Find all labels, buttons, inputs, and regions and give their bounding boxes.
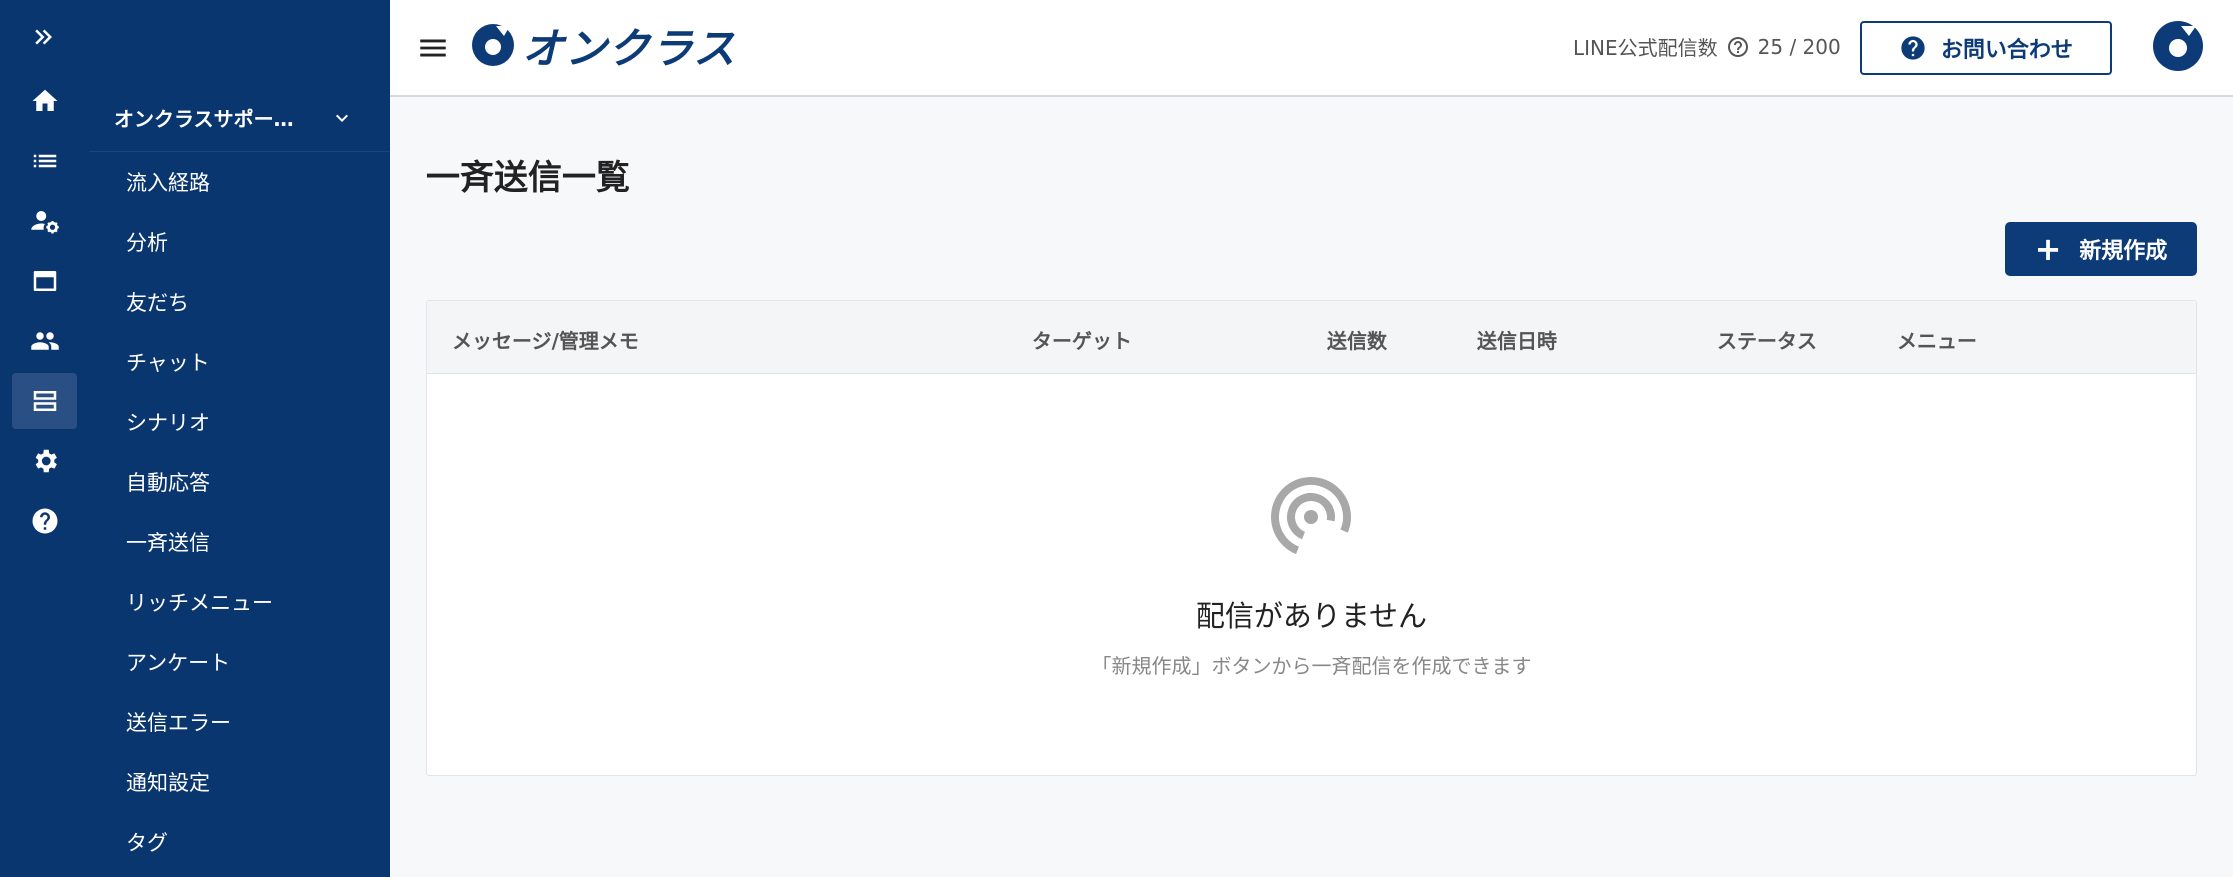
sidebar-item-analysis[interactable]: 分析 [126, 228, 168, 258]
contact-button[interactable]: お問い合わせ [1860, 21, 2112, 75]
quota-value: 25 / 200 [1757, 34, 1841, 59]
sidebar-item-broadcast[interactable]: 一斉送信 [126, 528, 210, 558]
sidebar-item-scenario[interactable]: シナリオ [126, 408, 210, 438]
help-circle-icon[interactable] [1726, 35, 1750, 59]
icon-rail [0, 0, 89, 877]
table-header: メッセージ/管理メモ ターゲット 送信数 送信日時 ステータス メニュー [427, 301, 2196, 374]
gear-icon[interactable] [12, 433, 77, 489]
new-button-label: 新規作成 [2079, 239, 2168, 264]
sidebar-item-inflow[interactable]: 流入経路 [126, 168, 210, 198]
top-header: オンクラス LINE公式配信数 25 / 200 お問い合わせ [390, 0, 2233, 97]
window-icon[interactable] [12, 253, 77, 309]
plus-icon: + [2034, 230, 2062, 268]
new-broadcast-button[interactable]: + 新規作成 [2005, 222, 2197, 276]
contact-label: お問い合わせ [1940, 38, 2073, 63]
column-header-send-count[interactable]: 送信数 [1327, 325, 1387, 354]
logo[interactable]: オンクラス [470, 20, 736, 73]
column-header-message[interactable]: メッセージ/管理メモ [452, 325, 639, 354]
broadcast-icon[interactable] [12, 373, 77, 429]
quota-label: LINE公式配信数 [1573, 36, 1718, 60]
column-header-status[interactable]: ステータス [1717, 325, 1817, 354]
help-icon[interactable] [12, 493, 77, 549]
sidebar-item-tags[interactable]: タグ [126, 828, 168, 858]
help-icon [1901, 36, 1925, 60]
sidebar-item-rich-menu[interactable]: リッチメニュー [126, 588, 273, 618]
people-icon[interactable] [12, 313, 77, 369]
empty-state-subtitle: 「新規作成」ボタンから一斉配信を作成できます [1091, 654, 1532, 678]
expand-icon[interactable] [12, 9, 77, 65]
column-header-send-date[interactable]: 送信日時 [1477, 325, 1557, 354]
sidebar: オンクラスサポー… 流入経路 分析 友だち チャット シナリオ 自動応答 一斉送… [89, 0, 390, 877]
sidebar-item-friends[interactable]: 友だち [126, 288, 189, 318]
sidebar-item-send-errors[interactable]: 送信エラー [126, 708, 231, 738]
hamburger-menu-icon[interactable] [416, 31, 450, 65]
chevron-down-icon [330, 106, 354, 130]
sidebar-item-chat[interactable]: チャット [126, 348, 210, 378]
logo-text: オンクラス [522, 23, 737, 73]
column-header-menu[interactable]: メニュー [1897, 325, 1977, 354]
home-icon[interactable] [12, 73, 77, 129]
avatar[interactable] [2152, 20, 2204, 72]
sidebar-item-notifications[interactable]: 通知設定 [126, 768, 210, 798]
empty-state-title: 配信がありません [1195, 599, 1428, 633]
line-quota: LINE公式配信数 25 / 200 [1573, 32, 1841, 61]
account-name: オンクラスサポー… [114, 107, 294, 131]
list-icon[interactable] [12, 133, 77, 189]
sidebar-item-auto-reply[interactable]: 自動応答 [126, 468, 210, 498]
account-selector[interactable]: オンクラスサポー… [89, 84, 390, 152]
column-header-target[interactable]: ターゲット [1032, 325, 1132, 354]
broadcast-table: メッセージ/管理メモ ターゲット 送信数 送信日時 ステータス メニュー 配信が… [426, 300, 2197, 776]
page-title: 一斉送信一覧 [426, 158, 630, 198]
sidebar-item-survey[interactable]: アンケート [126, 648, 230, 678]
user-settings-icon[interactable] [12, 193, 77, 249]
logo-mark-icon [472, 24, 514, 66]
broadcast-empty-icon [1271, 477, 1351, 557]
